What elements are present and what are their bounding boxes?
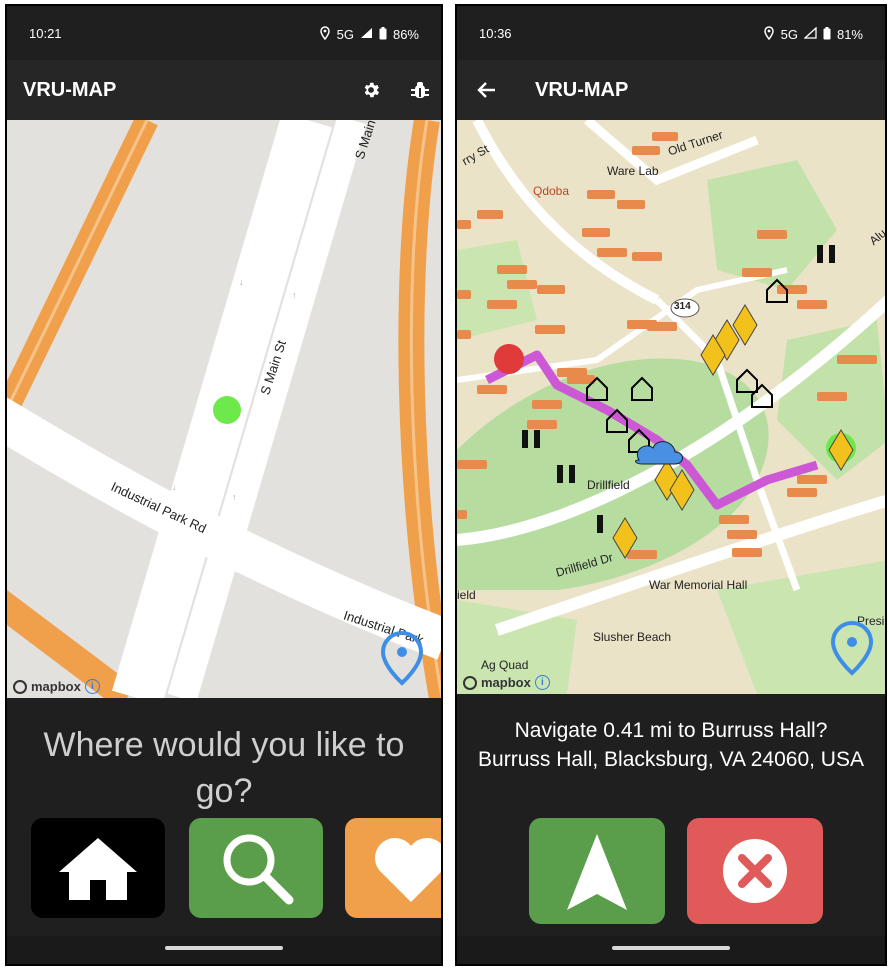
navigation-arrow-icon: [565, 832, 629, 917]
status-time: 10:21: [29, 26, 62, 41]
place-label: Ag Quad: [481, 658, 529, 672]
navigation-prompt: Navigate 0.41 mi to Burruss Hall? Burrus…: [457, 716, 885, 774]
destination-prompt: Where would you like to go?: [43, 726, 405, 810]
app-bar: VRU-MAP: [457, 60, 885, 120]
network-type: 5G: [780, 27, 798, 42]
navigation-question: Navigate 0.41 mi to Burruss Hall?: [514, 719, 828, 742]
svg-text:↓: ↓: [172, 482, 177, 492]
bug-icon[interactable]: [411, 80, 429, 105]
place-label: War Memorial Hall: [649, 578, 748, 592]
gesture-nav-bar[interactable]: [612, 946, 730, 950]
destination-address: Burruss Hall, Blacksburg, VA 24060, USA: [478, 748, 864, 771]
phone-screen-home: 10:21 5G 86% VRU-MAP ↓ ↑ ↓ ↑ S Main S Ma…: [5, 4, 443, 966]
phone-screen-navigate: 10:36 5G 81% VRU-MAP 314 Ware Lab Qdoba …: [455, 4, 887, 966]
start-navigation-button[interactable]: [529, 818, 665, 924]
svg-text:↓: ↓: [239, 277, 244, 287]
svg-text:↑: ↑: [292, 290, 297, 300]
app-title: VRU-MAP: [23, 79, 117, 101]
place-label: ield: [457, 588, 476, 602]
status-bar: 10:21 5G 86%: [7, 6, 441, 60]
app-title: VRU-MAP: [535, 79, 629, 101]
back-arrow-icon[interactable]: [477, 80, 497, 105]
svg-text:↑: ↑: [232, 492, 237, 502]
battery-icon: [379, 26, 387, 43]
gesture-nav-bar[interactable]: [165, 946, 283, 950]
signal-icon: [360, 27, 373, 42]
mapbox-logo-text: mapbox: [481, 675, 531, 690]
road-shield-label: 314: [674, 301, 691, 312]
status-time: 10:36: [479, 26, 512, 41]
info-icon[interactable]: i: [534, 675, 550, 690]
signal-icon: [803, 26, 817, 42]
mapbox-logo-text: mapbox: [31, 679, 81, 694]
location-icon: [319, 26, 331, 43]
place-label: Slusher Beach: [593, 630, 672, 644]
info-icon[interactable]: i: [84, 679, 100, 694]
network-type: 5G: [336, 27, 354, 42]
battery-icon: [823, 26, 831, 43]
home-button[interactable]: [31, 818, 165, 918]
favorites-button[interactable]: [345, 818, 441, 918]
place-label: Drillfield: [587, 478, 630, 492]
battery-level: 86%: [392, 27, 419, 42]
heart-icon: [371, 836, 441, 909]
map-view[interactable]: 314 Ware Lab Qdoba Old Turner Drillfield…: [457, 120, 885, 694]
battery-level: 81%: [836, 27, 863, 42]
settings-gear-icon[interactable]: [361, 80, 381, 105]
close-x-icon: [720, 836, 790, 911]
home-icon: [57, 836, 139, 907]
search-icon: [219, 830, 295, 911]
mapbox-attribution[interactable]: mapbox i: [13, 679, 100, 694]
place-label: Ware Lab: [607, 164, 659, 178]
cancel-button[interactable]: [687, 818, 823, 924]
mapbox-logo-icon: [13, 679, 27, 694]
mapbox-attribution[interactable]: mapbox i: [463, 675, 550, 690]
location-icon: [763, 26, 775, 43]
place-label: Qdoba: [533, 184, 570, 198]
status-bar: 10:36 5G 81%: [457, 6, 885, 60]
app-bar: VRU-MAP: [7, 60, 441, 120]
search-button[interactable]: [189, 818, 323, 918]
map-view[interactable]: ↓ ↑ ↓ ↑ S Main S Main St Industrial Park…: [7, 120, 441, 698]
mapbox-logo-icon: [463, 675, 477, 690]
